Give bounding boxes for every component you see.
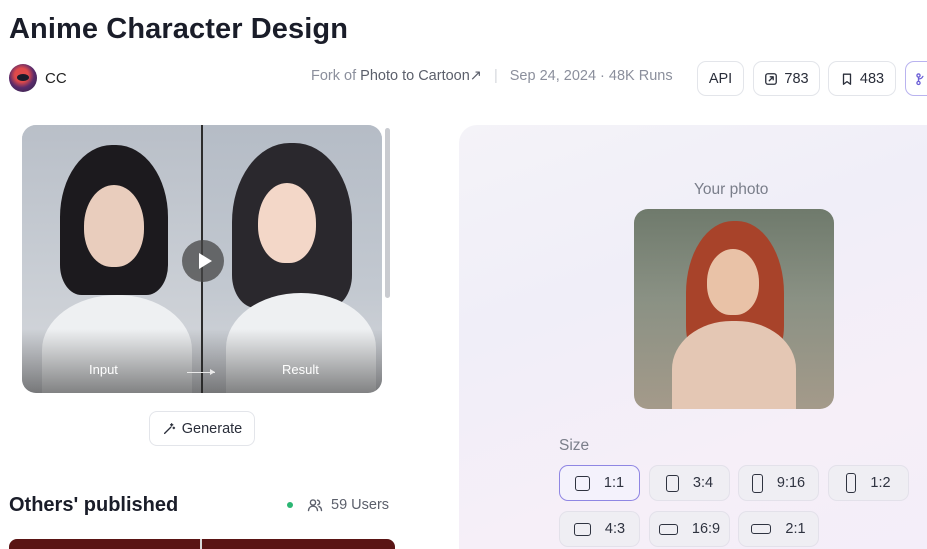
meta-info: Fork of Photo to Cartoon ↗ | Sep 24, 202… [311, 68, 673, 84]
play-icon[interactable] [182, 240, 224, 282]
author[interactable]: CC [9, 64, 67, 92]
generate-button[interactable]: Generate [149, 411, 255, 446]
api-label: API [708, 70, 733, 87]
size-option-3-4[interactable]: 3:4 [649, 465, 730, 501]
landscape-ratio-icon [573, 522, 591, 536]
fork-link[interactable]: Photo to Cartoon [360, 68, 470, 84]
share-button[interactable]: 783 [753, 61, 820, 96]
wide-ratio-icon [751, 524, 772, 534]
size-option-1-2[interactable]: 1:2 [828, 465, 909, 501]
date-runs: Sep 24, 2024 · 48K Runs [509, 68, 673, 84]
bookmark-button[interactable]: 483 [828, 61, 896, 96]
users-icon [307, 499, 323, 512]
page: Anime Character Design CC Fork of Photo … [0, 0, 927, 549]
author-name[interactable]: CC [45, 70, 67, 87]
size-option-label: 4:3 [604, 521, 626, 537]
tall-ratio-icon [751, 473, 763, 493]
size-option-2-1[interactable]: 2:1 [738, 511, 819, 547]
divider: | [493, 68, 498, 84]
your-photo-label: Your photo [694, 181, 769, 198]
square-ratio-icon [574, 475, 590, 491]
size-option-label: 2:1 [785, 521, 806, 537]
size-option-label: 1:2 [870, 475, 891, 491]
size-option-label: 16:9 [691, 521, 721, 537]
others-published-title: Others' published [9, 494, 179, 516]
share-count: 783 [784, 70, 809, 87]
size-option-1-1[interactable]: 1:1 [559, 465, 640, 501]
fork-icon [916, 72, 924, 85]
scrollbar[interactable] [385, 128, 390, 298]
size-option-label: 1:1 [603, 475, 625, 491]
bookmark-icon [842, 73, 852, 85]
fork-prefix: Fork of [311, 68, 357, 84]
size-option-16-9[interactable]: 16:9 [649, 511, 730, 547]
portrait-ratio-icon [665, 474, 679, 492]
avatar[interactable] [9, 64, 37, 92]
magic-wand-icon [163, 422, 175, 434]
preview-video[interactable]: Input Result [22, 125, 382, 393]
arrow-right-icon [187, 369, 215, 375]
wide-ratio-icon [658, 523, 678, 535]
bookmark-count: 483 [859, 70, 885, 87]
tall-ratio-icon [846, 473, 857, 493]
online-status-dot [287, 502, 293, 508]
share-icon [765, 72, 778, 85]
size-option-4-3[interactable]: 4:3 [559, 511, 640, 547]
api-button[interactable]: API [697, 61, 744, 96]
generate-label: Generate [181, 420, 243, 437]
result-label: Result [282, 362, 319, 377]
size-option-label: 3:4 [692, 475, 714, 491]
size-option-9-16[interactable]: 9:16 [738, 465, 819, 501]
fork-button[interactable] [905, 61, 927, 96]
published-thumbnail[interactable] [9, 539, 395, 549]
size-label: Size [559, 437, 590, 454]
page-title: Anime Character Design [9, 13, 349, 45]
users-label: 59 Users [331, 497, 390, 513]
users-count: 59 Users [287, 497, 389, 513]
external-link-icon[interactable]: ↗ [470, 68, 482, 84]
input-label: Input [89, 362, 118, 377]
size-option-label: 9:16 [776, 475, 806, 491]
uploaded-photo[interactable] [634, 209, 834, 409]
